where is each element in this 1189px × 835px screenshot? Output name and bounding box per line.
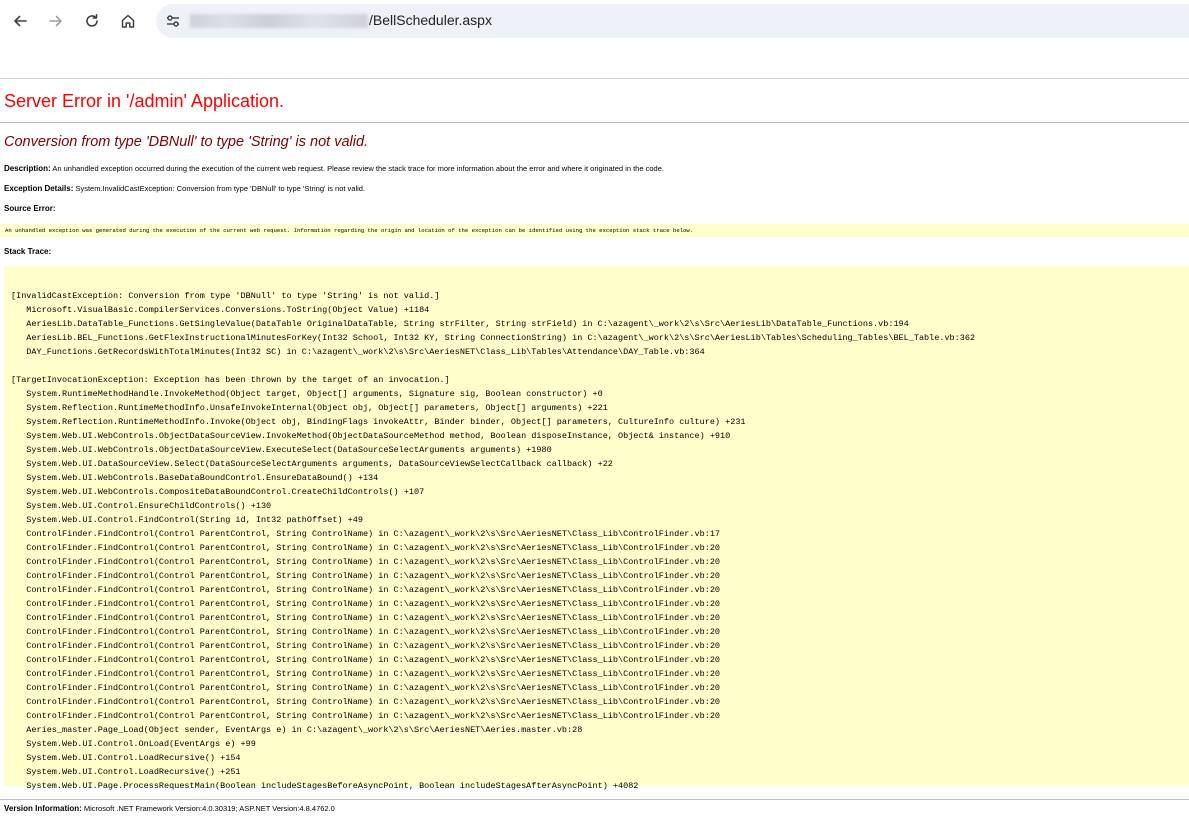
exception-details-label: Exception Details:	[4, 184, 74, 193]
error-page: Server Error in '/admin' Application. Co…	[0, 44, 1189, 835]
source-error-box: An unhandled exception was generated dur…	[0, 224, 1189, 237]
reload-icon[interactable]	[79, 8, 105, 34]
title-divider	[0, 122, 1189, 123]
version-label: Version Information:	[4, 804, 82, 813]
source-error-heading: Source Error:	[4, 204, 56, 213]
description-label: Description:	[4, 164, 51, 173]
stack-trace-heading: Stack Trace:	[4, 247, 51, 256]
source-error-text: An unhandled exception was generated dur…	[5, 227, 694, 234]
description-text: An unhandled exception occurred during t…	[50, 164, 664, 173]
browser-toolbar: /BellScheduler.aspx	[0, 0, 1189, 44]
source-error-label: Source Error:	[4, 204, 56, 213]
forward-arrow-icon[interactable]	[43, 8, 69, 34]
address-bar[interactable]: /BellScheduler.aspx	[156, 4, 1189, 38]
stack-trace-label: Stack Trace:	[4, 247, 52, 256]
error-message: Conversion from type 'DBNull' to type 'S…	[4, 134, 369, 150]
page-title: Server Error in '/admin' Application.	[4, 91, 284, 111]
version-information: Version Information: Microsoft .NET Fram…	[4, 804, 335, 813]
url-path: /BellScheduler.aspx	[369, 12, 492, 28]
exception-details-line: Exception Details: System.InvalidCastExc…	[4, 184, 365, 193]
blurred-hostname	[190, 14, 368, 28]
version-text: Microsoft .NET Framework Version:4.0.303…	[81, 804, 335, 813]
back-arrow-icon[interactable]	[7, 8, 33, 34]
site-info-icon[interactable]	[162, 10, 184, 32]
footer-divider	[0, 799, 1189, 800]
home-icon[interactable]	[115, 8, 141, 34]
exception-details-text: System.InvalidCastException: Conversion …	[73, 184, 366, 193]
stack-trace-text: [InvalidCastException: Conversion from t…	[11, 291, 976, 791]
description-line: Description: An unhandled exception occu…	[4, 164, 664, 173]
stack-trace-box: [InvalidCastException: Conversion from t…	[4, 266, 1189, 791]
top-divider	[0, 78, 1189, 79]
